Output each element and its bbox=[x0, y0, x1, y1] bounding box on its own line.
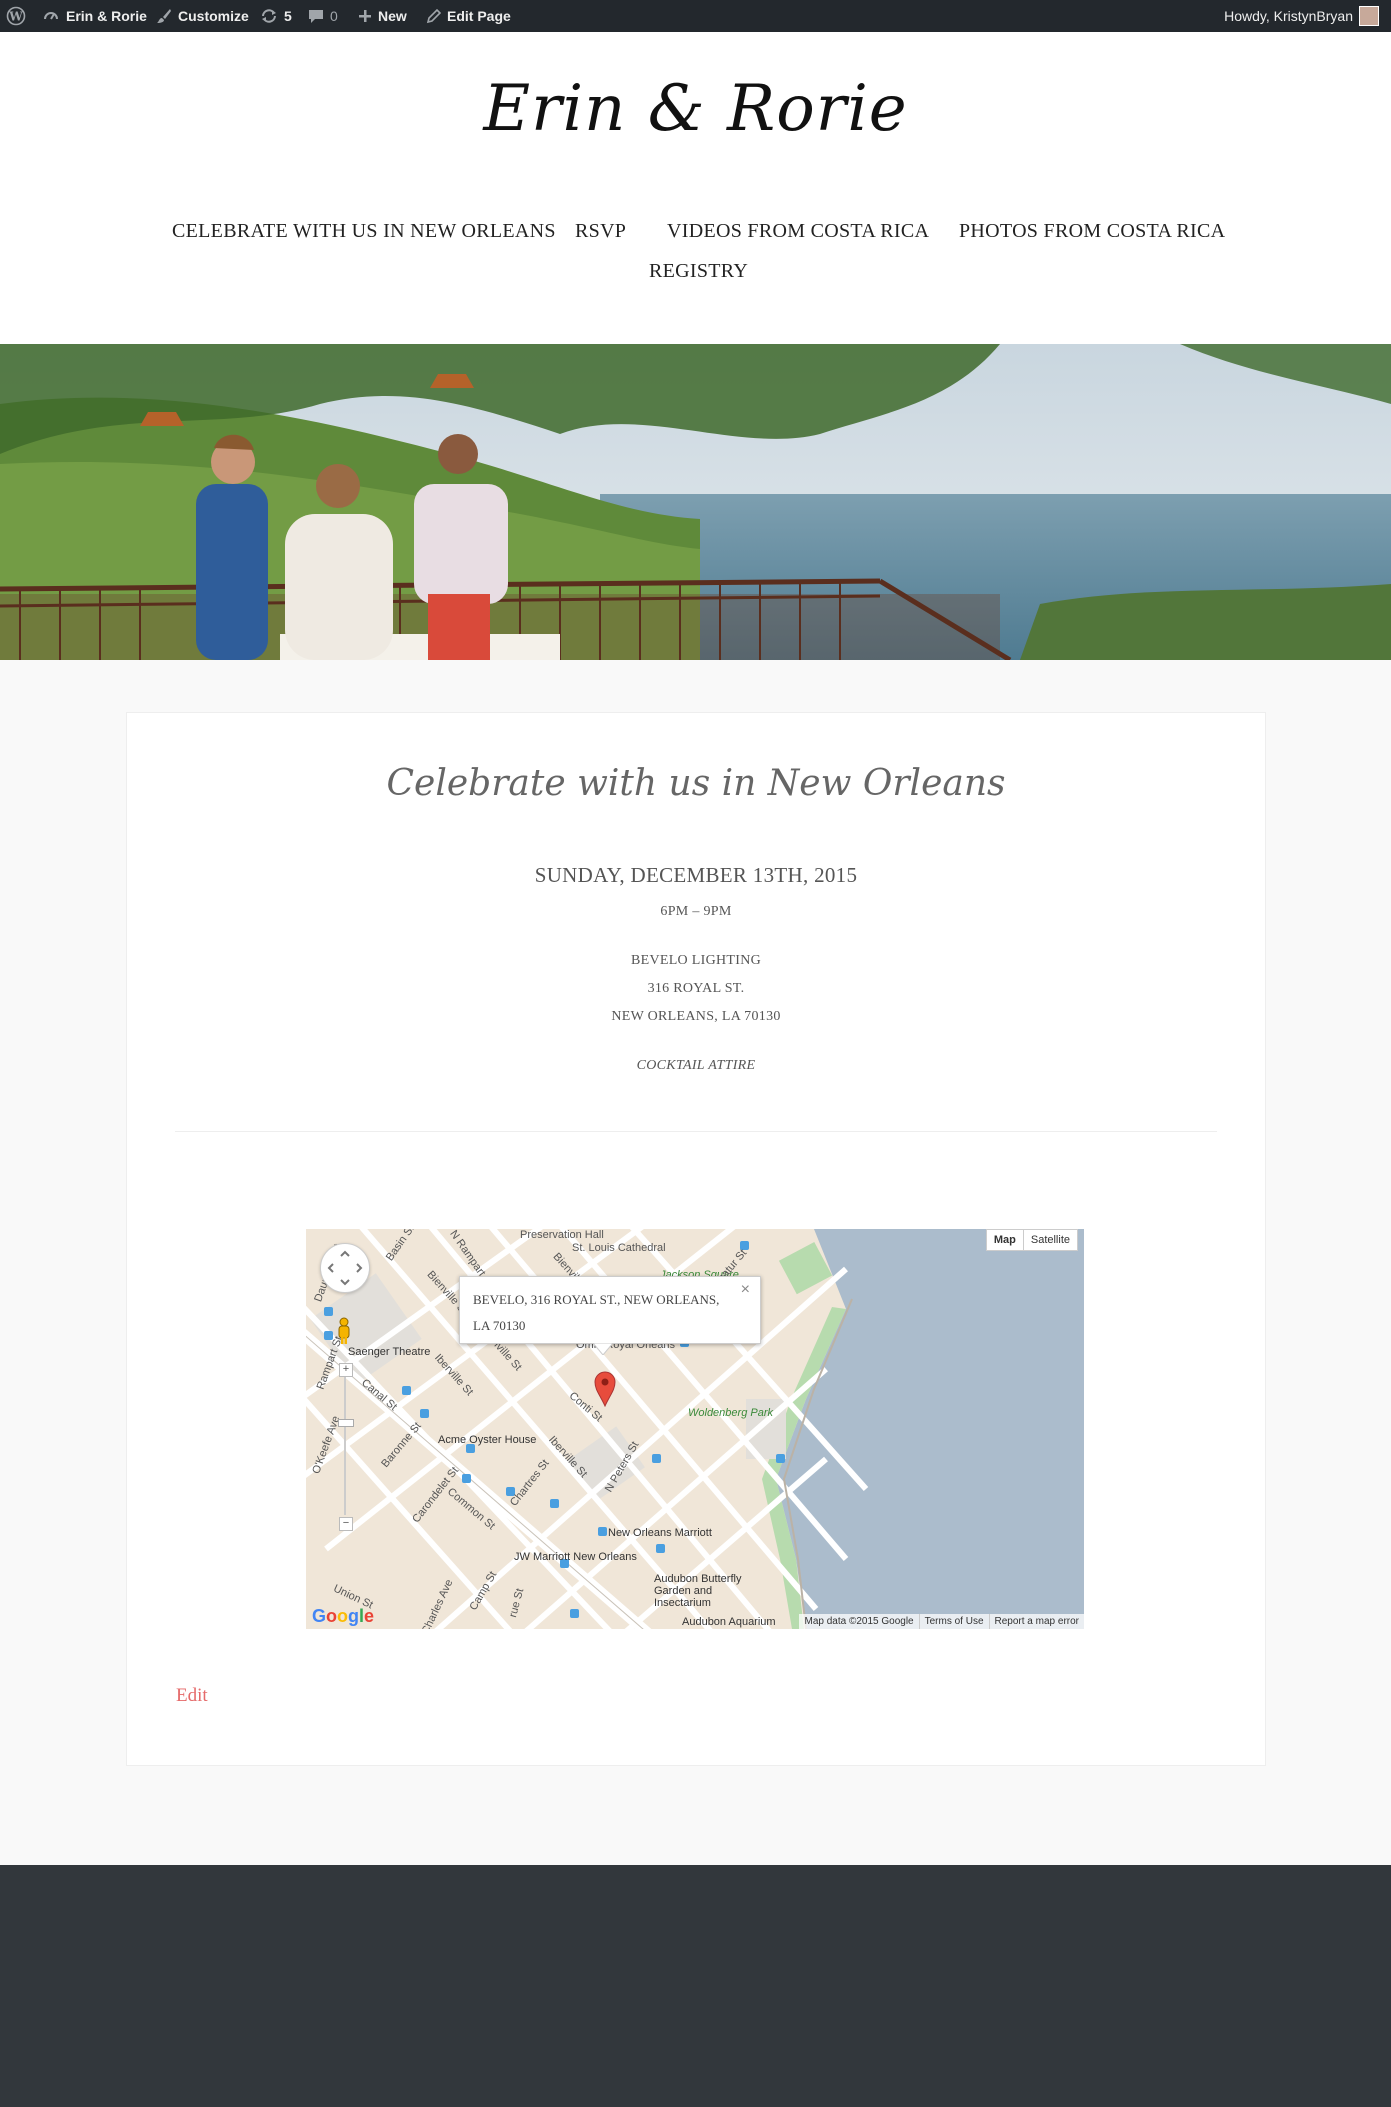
plus-icon bbox=[359, 10, 371, 22]
map-info-window: BEVELO, 316 ROYAL ST., NEW ORLEANS, LA 7… bbox=[459, 1276, 761, 1355]
event-venue: BEVELO LIGHTING bbox=[630, 953, 762, 968]
nav-item-rsvp[interactable]: RSVP bbox=[575, 220, 626, 243]
updates-icon bbox=[262, 9, 276, 23]
new-label: New bbox=[378, 8, 407, 24]
hero-image bbox=[0, 344, 1391, 660]
event-attire: COCKTAIL ATTIRE bbox=[636, 1058, 756, 1073]
event-date: SUNDAY, DECEMBER 13TH, 2015 bbox=[534, 863, 858, 887]
svg-text:W: W bbox=[8, 10, 23, 24]
edit-page-link[interactable]: Edit Page bbox=[426, 0, 511, 32]
nav-item-celebrate[interactable]: CELEBRATE WITH US IN NEW ORLEANS bbox=[172, 220, 556, 243]
comment-icon bbox=[309, 10, 323, 23]
site-footer bbox=[0, 1865, 1391, 2107]
terms-of-use-link[interactable]: Terms of Use bbox=[918, 1614, 989, 1629]
map-data-attribution: Map data ©2015 Google bbox=[804, 1616, 914, 1627]
info-window-close-icon[interactable]: × bbox=[741, 1281, 750, 1299]
event-street: 316 ROYAL ST. bbox=[647, 981, 745, 996]
event-time: 6PM – 9PM bbox=[660, 904, 732, 919]
map-label-saenger: Saenger Theatre bbox=[348, 1346, 431, 1358]
admin-bar: W Erin & Rorie Customize 5 0 New Edit Pa… bbox=[0, 0, 1391, 32]
account-menu[interactable]: Howdy, KristynBryan bbox=[1224, 0, 1379, 32]
report-map-error-link[interactable]: Report a map error bbox=[988, 1614, 1084, 1629]
avatar bbox=[1359, 6, 1379, 26]
howdy-label: Howdy, KristynBryan bbox=[1224, 8, 1353, 24]
edit-link[interactable]: Edit bbox=[176, 1685, 208, 1707]
pan-control[interactable] bbox=[320, 1243, 370, 1293]
comments-link[interactable]: 0 bbox=[308, 0, 338, 32]
wordpress-logo-icon[interactable]: W bbox=[6, 0, 26, 32]
site-name-menu[interactable]: Erin & Rorie bbox=[42, 0, 147, 32]
map-label-acme: Acme Oyster House bbox=[438, 1434, 537, 1446]
updates-count: 5 bbox=[284, 8, 292, 24]
google-map[interactable]: Preservation Hall St. Louis Cathedral Ja… bbox=[306, 1229, 1084, 1629]
map-label-preservation-hall: Preservation Hall bbox=[520, 1229, 604, 1241]
nav-item-videos[interactable]: VIDEOS FROM COSTA RICA bbox=[667, 220, 929, 243]
map-label-marriott: New Orleans Marriott bbox=[608, 1527, 712, 1539]
customize-link[interactable]: Customize bbox=[156, 0, 249, 32]
map-label-audubon: Audubon Butterfly Garden and Insectarium bbox=[654, 1573, 742, 1609]
map-footer: Map data ©2015 Google Terms of Use Repor… bbox=[799, 1614, 1084, 1629]
zoom-out-button[interactable]: − bbox=[339, 1517, 353, 1531]
map-label-jw-marriott: JW Marriott New Orleans bbox=[514, 1551, 637, 1563]
map-label-st-louis: St. Louis Cathedral bbox=[572, 1242, 666, 1254]
dashboard-icon bbox=[44, 12, 58, 20]
comments-count: 0 bbox=[330, 8, 338, 24]
pan-arrows-icon bbox=[327, 1250, 363, 1286]
map-label-aquarium: Audubon Aquarium bbox=[682, 1616, 776, 1628]
divider bbox=[175, 1131, 1217, 1132]
nav-item-registry[interactable]: REGISTRY bbox=[649, 260, 748, 283]
info-window-text: BEVELO, 316 ROYAL ST., NEW ORLEANS, LA 7… bbox=[473, 1292, 720, 1333]
map-type-satellite-button[interactable]: Satellite bbox=[1024, 1230, 1077, 1250]
map-type-map-button[interactable]: Map bbox=[987, 1230, 1024, 1250]
zoom-slider[interactable] bbox=[344, 1377, 346, 1515]
new-content-link[interactable]: New bbox=[358, 0, 407, 32]
site-name-label: Erin & Rorie bbox=[66, 8, 147, 24]
edit-page-label: Edit Page bbox=[447, 8, 511, 24]
customize-label: Customize bbox=[178, 8, 249, 24]
event-city: NEW ORLEANS, LA 70130 bbox=[611, 1009, 781, 1024]
site-logo[interactable]: Erin & Rorie bbox=[0, 72, 1391, 146]
brush-icon bbox=[157, 9, 171, 23]
google-logo: Google bbox=[312, 1606, 375, 1626]
event-title: Celebrate with us in New Orleans bbox=[386, 763, 1006, 804]
content-card: Celebrate with us in New Orleans SUNDAY,… bbox=[126, 712, 1266, 1766]
map-type-control: Map Satellite bbox=[985, 1229, 1078, 1251]
pencil-icon bbox=[426, 8, 441, 23]
street-view-pegman-icon[interactable] bbox=[336, 1317, 352, 1350]
zoom-slider-handle[interactable] bbox=[338, 1419, 354, 1427]
info-window-pointer bbox=[593, 1343, 613, 1355]
map-label-woldenberg: Woldenberg Park bbox=[688, 1407, 773, 1419]
zoom-in-button[interactable]: + bbox=[339, 1363, 353, 1377]
site-header: Erin & Rorie CELEBRATE WITH US IN NEW OR… bbox=[0, 32, 1391, 344]
map-marker-icon[interactable] bbox=[594, 1371, 616, 1412]
updates-link[interactable]: 5 bbox=[260, 0, 292, 32]
nav-item-photos[interactable]: PHOTOS FROM COSTA RICA bbox=[959, 220, 1225, 243]
